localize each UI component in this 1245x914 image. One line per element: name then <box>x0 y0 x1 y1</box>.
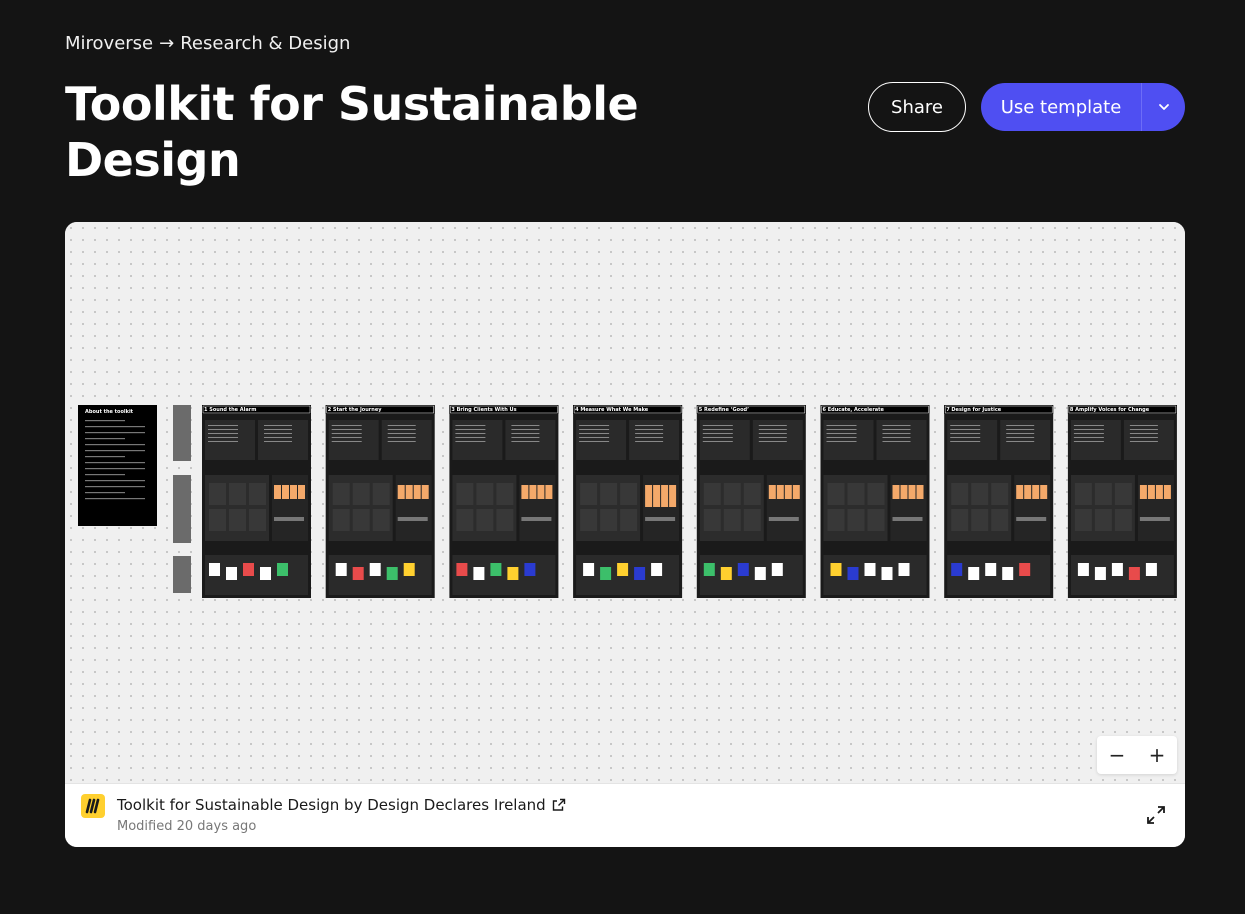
board-frame[interactable]: 6 Educate, Accelerate <box>820 405 930 598</box>
breadcrumb-current[interactable]: Research & Design <box>180 33 350 54</box>
frame-title: 4 Measure What We Make <box>575 407 649 413</box>
board-frame[interactable]: 1 Sound the Alarm <box>202 405 311 598</box>
share-button[interactable]: Share <box>868 82 966 132</box>
board-canvas[interactable]: About the toolkit 1 Sound the Alarm 2 Star… <box>65 222 1185 783</box>
board-footer: Toolkit for Sustainable Design by Design… <box>65 783 1185 847</box>
breadcrumb: Miroverse → Research & Design <box>65 33 350 54</box>
use-template-button-group: Use template <box>981 83 1185 131</box>
board-frames: About the toolkit 1 Sound the Alarm 2 Star… <box>78 405 1177 598</box>
frame-title: 5 Redefine ‘Good’ <box>699 407 749 413</box>
frame-title: 6 Educate, Accelerate <box>823 407 885 413</box>
intro-panel: About the toolkit <box>78 405 157 526</box>
frame-title: 1 Sound the Alarm <box>204 407 256 413</box>
board-title: Toolkit for Sustainable Design by Design… <box>117 796 546 814</box>
board-title-link[interactable]: Toolkit for Sustainable Design by Design… <box>117 796 566 814</box>
board-frame[interactable]: 5 Redefine ‘Good’ <box>696 405 806 598</box>
board-preview-card: About the toolkit 1 Sound the Alarm 2 Star… <box>65 222 1185 847</box>
page-title: Toolkit for Sustainable Design <box>65 77 639 187</box>
zoom-out-button[interactable]: − <box>1102 745 1132 765</box>
breadcrumb-arrow: → <box>159 33 175 54</box>
chevron-down-icon <box>1158 104 1169 110</box>
frame-title: 8 Amplify Voices for Change <box>1070 407 1150 413</box>
external-link-icon <box>552 798 565 811</box>
breadcrumb-parent-link[interactable]: Miroverse <box>65 33 153 54</box>
board-frame[interactable]: 8 Amplify Voices for Change <box>1067 405 1177 598</box>
intro-panel-title: About the toolkit <box>85 409 134 415</box>
expand-icon[interactable] <box>1145 804 1167 826</box>
zoom-in-button[interactable]: + <box>1142 745 1172 765</box>
use-template-dropdown-button[interactable] <box>1142 83 1185 131</box>
use-template-button[interactable]: Use template <box>981 83 1142 131</box>
section-tab <box>173 475 191 543</box>
frame-title: 3 Bring Clients With Us <box>451 407 516 413</box>
modified-date: Modified 20 days ago <box>117 819 257 834</box>
board-frame[interactable]: 3 Bring Clients With Us <box>449 405 559 598</box>
zoom-controls: − + <box>1097 736 1177 774</box>
frame-title: 2 Start the Journey <box>328 407 383 413</box>
board-frame[interactable]: 7 Design for Justice <box>944 405 1054 598</box>
miro-logo-icon <box>81 794 105 818</box>
section-tab <box>173 556 191 593</box>
frame-title: 7 Design for Justice <box>946 407 1002 413</box>
section-tab <box>173 405 191 461</box>
board-frame[interactable]: 4 Measure What We Make <box>573 405 683 598</box>
board-frame[interactable]: 2 Start the Journey <box>325 405 435 598</box>
